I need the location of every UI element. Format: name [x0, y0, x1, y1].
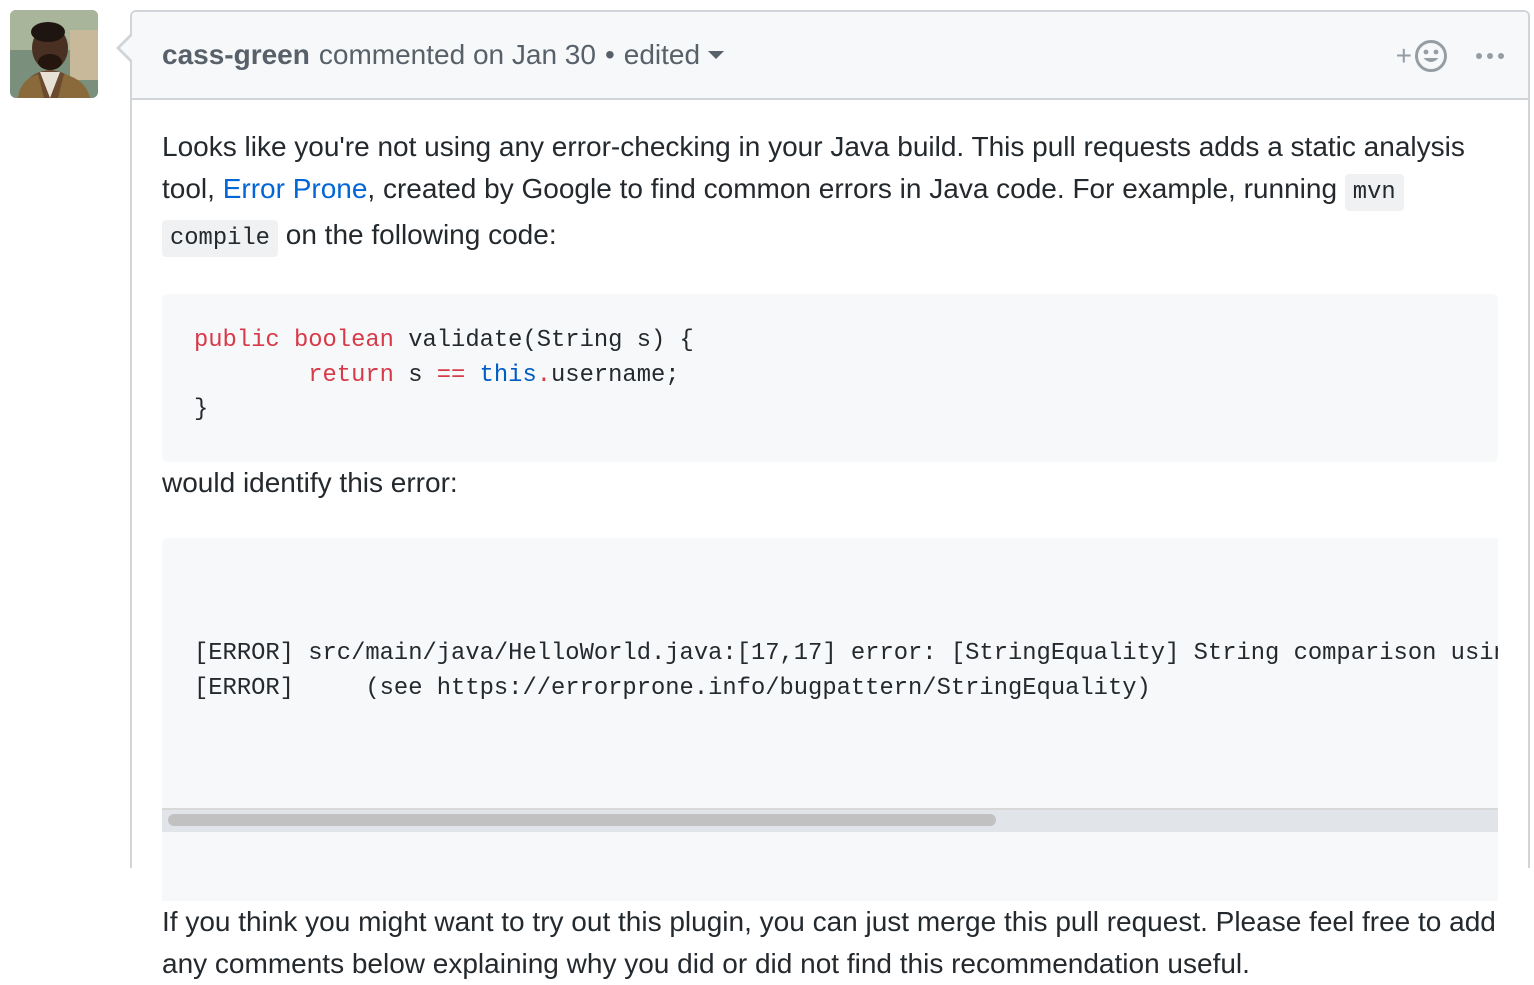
more-options-button[interactable] — [1470, 36, 1510, 76]
comment-body: Looks like you're not using any error-ch… — [132, 100, 1528, 985]
smiley-icon — [1415, 40, 1447, 72]
operator-dot: . — [536, 361, 552, 389]
error-intro-paragraph: would identify this error: — [162, 467, 458, 498]
keyword-boolean: boolean — [293, 327, 394, 354]
edited-dropdown[interactable]: edited — [623, 39, 725, 71]
horizontal-scrollbar[interactable] — [162, 808, 1498, 832]
separator-dot: • — [604, 39, 615, 70]
error-output-block: [ERROR] src/main/java/HelloWorld.java:[1… — [162, 538, 1498, 901]
comment-timestamp[interactable]: commented on Jan 30 — [319, 39, 596, 71]
error-line-1: [ERROR] src/main/java/HelloWorld.java:[1… — [194, 640, 1498, 667]
code-text: s — [393, 361, 437, 389]
scrollbar-thumb[interactable] — [168, 814, 996, 826]
code-line-2: return s == this.username; — [194, 359, 1466, 394]
error-output-content: [ERROR] src/main/java/HelloWorld.java:[1… — [162, 607, 1498, 739]
error-line-2: [ERROR] (see https://errorprone.info/bug… — [194, 674, 1151, 702]
java-code-block: public boolean validate(String s) { retu… — [162, 294, 1498, 462]
keyword-return: return — [308, 361, 394, 389]
author-link[interactable]: cass-green — [162, 39, 310, 71]
comment-header: cass-green commented on Jan 30 • edited … — [132, 12, 1528, 100]
avatar[interactable] — [10, 10, 98, 98]
code-line-1: public boolean validate(String s) { — [194, 324, 1466, 359]
code-text: validate(String s) { — [393, 327, 694, 354]
keyword-this: this — [479, 361, 537, 389]
intro-text-3: on the following code: — [277, 219, 557, 250]
inline-code-mvn: mvn — [1344, 174, 1404, 211]
add-reaction-button[interactable]: + — [1396, 39, 1448, 73]
code-line-3: } — [194, 396, 209, 423]
header-actions: + — [1396, 12, 1528, 100]
operator-equals: == — [436, 361, 466, 389]
keyword-public: public — [194, 327, 280, 354]
triangle-down-icon — [708, 51, 725, 59]
intro-paragraph: Looks like you're not using any error-ch… — [162, 126, 1498, 260]
edited-label: edited — [623, 39, 701, 70]
inline-code-compile: compile — [162, 220, 278, 257]
code-text: username; — [551, 361, 680, 389]
comment-container: cass-green commented on Jan 30 • edited … — [116, 10, 1530, 979]
kebab-horizontal-icon — [1476, 53, 1504, 59]
plus-icon: + — [1395, 40, 1412, 71]
error-prone-link[interactable]: Error Prone — [223, 173, 368, 204]
closing-paragraph: If you think you might want to try out t… — [162, 906, 1496, 979]
intro-text-2: , created by Google to find common error… — [367, 173, 1345, 204]
